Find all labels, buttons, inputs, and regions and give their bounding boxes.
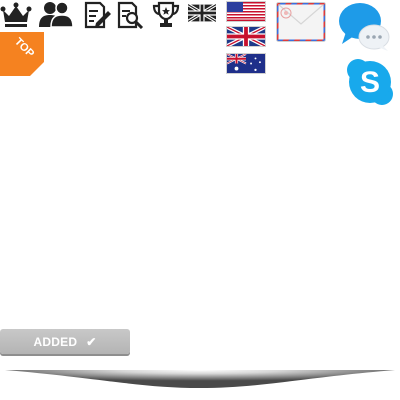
bottom-shadow-divider: [0, 364, 400, 394]
uk-flag-icon[interactable]: [188, 4, 216, 22]
top-badge: TOP: [0, 32, 44, 76]
trophy-icon[interactable]: [152, 1, 180, 29]
added-label: ADDED: [33, 334, 78, 349]
chat-bubble-icon[interactable]: [338, 2, 390, 52]
uk-flag-color-icon[interactable]: [226, 26, 266, 47]
crown-icon[interactable]: [0, 2, 32, 28]
svg-text:S: S: [360, 66, 380, 99]
envelope-icon[interactable]: [276, 2, 326, 42]
users-icon[interactable]: [38, 0, 74, 28]
edit-document-icon[interactable]: [84, 1, 112, 29]
check-icon: ✔: [86, 334, 97, 349]
search-document-icon[interactable]: [117, 1, 145, 29]
us-flag-icon[interactable]: [226, 1, 266, 22]
canvas: TOP S ADDED ✔: [0, 0, 400, 400]
australia-flag-icon[interactable]: [226, 53, 266, 74]
added-to-cart-button[interactable]: ADDED ✔: [0, 329, 130, 354]
skype-icon[interactable]: S: [345, 57, 395, 107]
